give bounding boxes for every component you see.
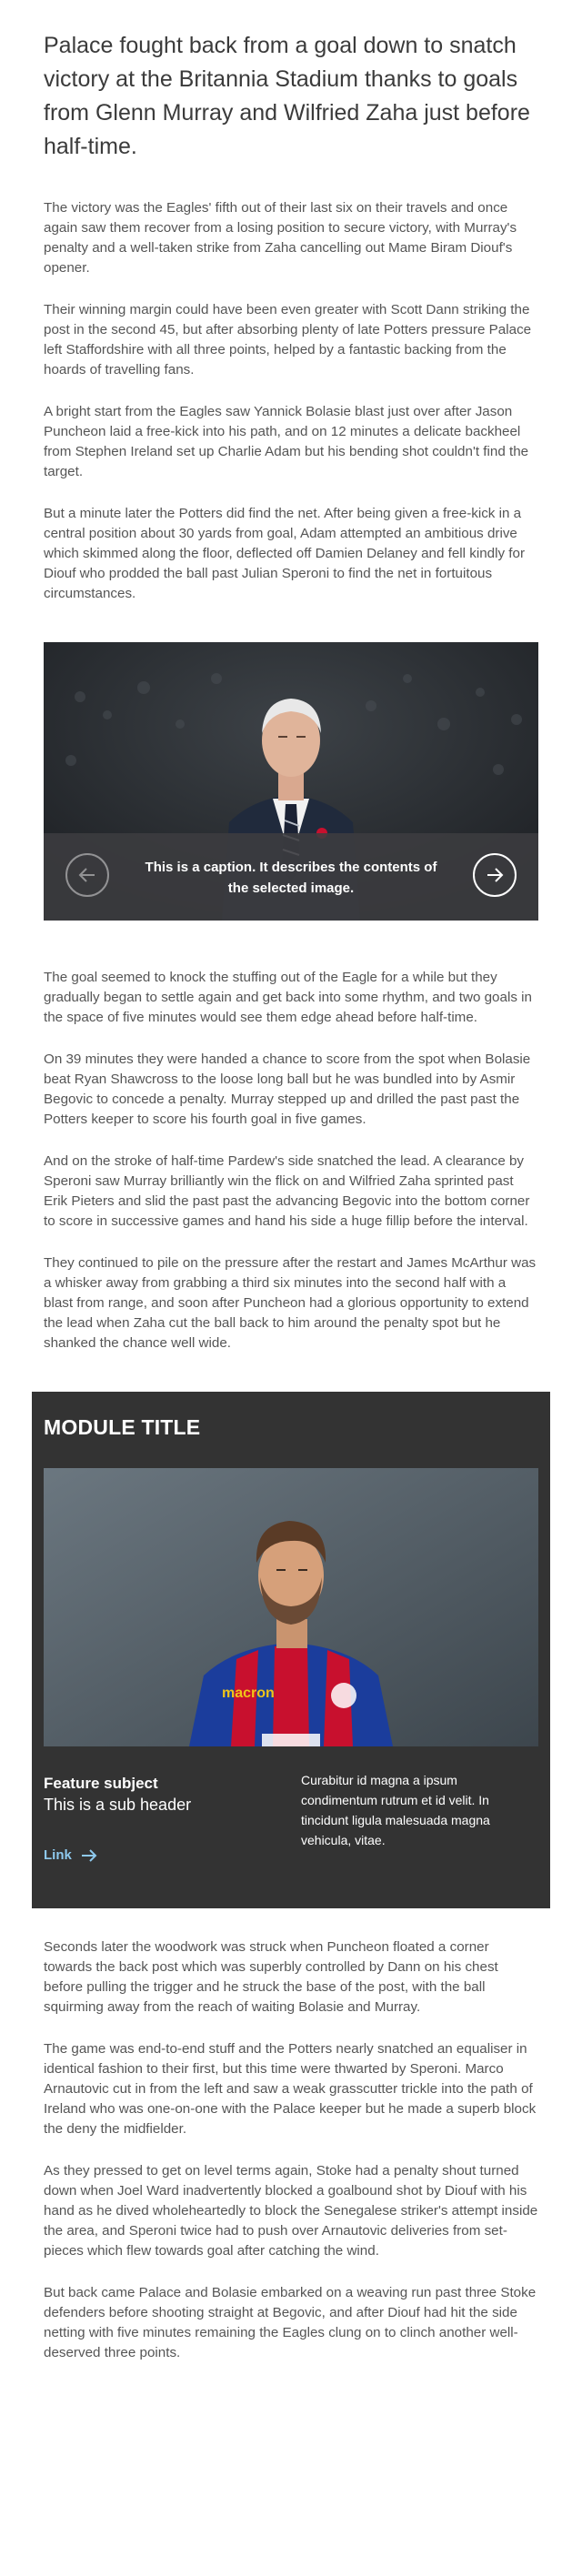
feature-link-label: Link bbox=[44, 1847, 72, 1863]
article-paragraph: A bright start from the Eagles saw Yanni… bbox=[44, 404, 529, 479]
article-page: Palace fought back from a goal down to s… bbox=[0, 29, 582, 2400]
article-paragraph: On 39 minutes they were handed a chance … bbox=[44, 1052, 531, 1127]
feature-subject: Feature subject bbox=[44, 1775, 158, 1792]
arrow-left-circle-icon bbox=[78, 868, 95, 882]
article-lead: Palace fought back from a goal down to s… bbox=[44, 33, 530, 159]
article-paragraph: The game was end-to-end stuff and the Po… bbox=[44, 2041, 537, 2137]
article-paragraph: They continued to pile on the pressure a… bbox=[44, 1255, 537, 1351]
article-paragraph: Their winning margin could have been eve… bbox=[44, 302, 532, 377]
image-gallery: This is a caption. It describes the cont… bbox=[44, 642, 538, 921]
gallery-caption: This is a caption. It describes the cont… bbox=[145, 860, 437, 896]
feature-image: macron bbox=[44, 1468, 538, 1746]
article-paragraph: But a minute later the Potters did find … bbox=[44, 506, 526, 601]
feature-body: Curabitur id magna a ipsum condimentum r… bbox=[301, 1773, 490, 1847]
player-photo: macron bbox=[44, 1468, 538, 1746]
arrow-right-circle-icon bbox=[487, 868, 504, 882]
article-paragraph: As they pressed to get on level terms ag… bbox=[44, 2163, 538, 2259]
gallery-prev-button[interactable] bbox=[65, 853, 109, 897]
arrow-right-icon bbox=[81, 1848, 97, 1862]
article-paragraph: But back came Palace and Bolasie embarke… bbox=[44, 2285, 537, 2360]
article-paragraph: And on the stroke of half-time Pardew's … bbox=[44, 1153, 530, 1229]
feature-link[interactable]: Link bbox=[44, 1847, 97, 1863]
article-paragraph: The goal seemed to knock the stuffing ou… bbox=[44, 970, 532, 1025]
feature-subheader: This is a sub header bbox=[44, 1796, 192, 1814]
module-title: MODULE TITLE bbox=[44, 1415, 201, 1439]
article-paragraph: The victory was the Eagles' fifth out of… bbox=[44, 200, 517, 276]
jersey-brand: macron bbox=[222, 1685, 275, 1701]
gallery-next-button[interactable] bbox=[473, 853, 517, 897]
feature-module: MODULE TITLE macron Feature subject This… bbox=[32, 1392, 550, 1908]
article-paragraph: Seconds later the woodwork was struck wh… bbox=[44, 1939, 498, 2015]
